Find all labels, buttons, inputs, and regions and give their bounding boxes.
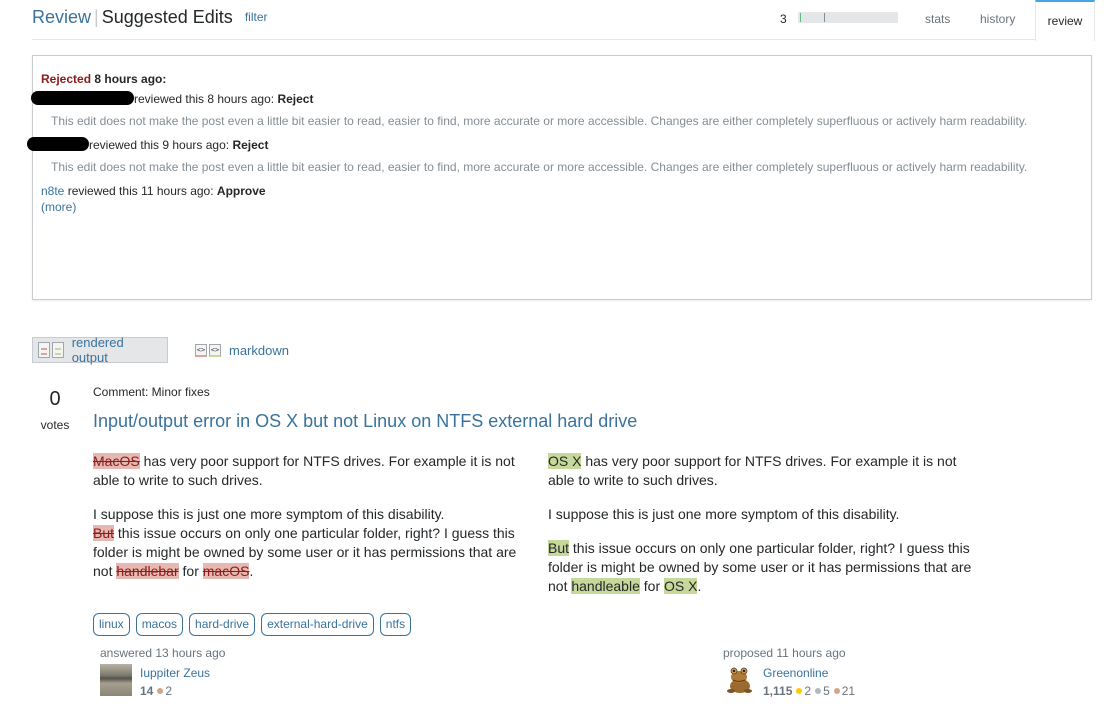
paragraph-text: has very poor support for NTFS drives. F…	[93, 453, 515, 488]
tab-review[interactable]: review	[1035, 0, 1095, 41]
reputation-score: 14	[140, 684, 154, 698]
code-original-icon: <>	[195, 343, 207, 357]
post-tags: linux macos hard-drive external-hard-dri…	[93, 613, 412, 636]
review-decision: Reject	[232, 138, 269, 152]
review-entry-text: reviewed this 11 hours ago:	[67, 184, 214, 198]
review-header: Review | Suggested Edits filter 3 stats his…	[32, 0, 1095, 41]
proposed-time: proposed 11 hours ago	[723, 646, 846, 660]
paragraph-text: for	[178, 563, 203, 579]
user-reputation: 14 2	[140, 684, 172, 698]
review-entry-text: reviewed this 9 hours ago:	[89, 138, 230, 152]
review-entry: n8te reviewed this 11 hours ago: Approve	[41, 183, 1083, 199]
rendered-output-toggle[interactable]: rendered output	[32, 335, 168, 365]
author-card: answered 13 hours ago Iuppiter Zeus 14 2	[100, 646, 350, 706]
paragraph-text: for	[639, 578, 664, 594]
reputation-score: 1,115	[763, 684, 793, 698]
user-reputation: 1,115 2 5 21	[763, 684, 855, 698]
edited-paragraph: OS X has very poor support for NTFS driv…	[548, 452, 983, 490]
paragraph-text: has very poor support for NTFS drives. F…	[548, 453, 957, 488]
deleted-text: But	[93, 525, 115, 541]
user-name-link[interactable]: Greenonline	[763, 666, 828, 680]
tag-external-hard-drive[interactable]: external-hard-drive	[261, 613, 374, 636]
edit-comment: Comment: Minor fixes	[93, 385, 210, 399]
paragraph-text: I suppose this is just one more symptom …	[93, 506, 445, 522]
tag-linux[interactable]: linux	[93, 613, 130, 636]
rendered-output-label: rendered output	[71, 335, 124, 365]
review-count: 3	[780, 12, 787, 26]
review-entry: reviewed this 9 hours ago: Reject	[27, 137, 1083, 153]
post-title-link[interactable]: Input/output error in OS X but not Linux…	[93, 411, 637, 432]
bronze-badge-icon	[157, 688, 164, 694]
reviewer-link[interactable]: n8te	[41, 184, 64, 198]
tag-ntfs[interactable]: ntfs	[379, 613, 412, 636]
review-status: Rejected 8 hours ago:	[41, 72, 1083, 86]
silver-badge-count: 5	[823, 684, 830, 698]
bronze-badge-count: 2	[165, 684, 173, 698]
status-time: 8 hours ago:	[94, 72, 167, 86]
avatar[interactable]	[723, 664, 755, 696]
markdown-toggle[interactable]: <> <> markdown	[190, 337, 294, 363]
edited-paragraph: But this issue occurs on only one partic…	[548, 539, 983, 596]
filter-link[interactable]: filter	[245, 10, 268, 24]
bronze-badge-icon	[833, 688, 840, 694]
paragraph-text: .	[697, 578, 702, 594]
edited-post-body: OS X has very poor support for NTFS driv…	[548, 452, 983, 611]
reject-reason: This edit does not make the post even a …	[51, 114, 1028, 128]
status-label: Rejected	[41, 72, 92, 86]
reject-reason: This edit does not make the post even a …	[51, 160, 1028, 174]
frog-avatar-icon	[727, 667, 752, 693]
gold-badge-count: 2	[804, 684, 812, 698]
original-paragraph: I suppose this is just one more symptom …	[93, 505, 528, 581]
deleted-text: MacOS	[93, 453, 140, 469]
original-paragraph: MacOS has very poor support for NTFS dri…	[93, 452, 528, 490]
tag-macos[interactable]: macos	[135, 613, 184, 636]
code-edited-icon: <>	[209, 343, 221, 357]
user-name-link[interactable]: Iuppiter Zeus	[140, 666, 210, 680]
review-progress-bar	[798, 12, 898, 23]
deleted-text: macOS	[202, 563, 250, 579]
votes-label: votes	[40, 418, 70, 432]
redacted-reviewer-name	[31, 91, 134, 105]
review-decision: Reject	[277, 92, 314, 106]
inserted-text: OS X	[664, 578, 698, 594]
paragraph-text: .	[249, 563, 254, 579]
review-result-box: Rejected 8 hours ago: reviewed this 8 ho…	[27, 55, 1092, 300]
diff-edited-icon	[51, 342, 64, 358]
edited-paragraph: I suppose this is just one more symptom …	[548, 506, 900, 522]
inserted-text: But	[548, 540, 570, 556]
tag-hard-drive[interactable]: hard-drive	[189, 613, 256, 636]
progress-mark-done	[800, 13, 801, 22]
inserted-text: handleable	[571, 578, 640, 594]
answered-time: answered 13 hours ago	[100, 646, 226, 660]
review-link[interactable]: Review	[32, 7, 91, 27]
page-title: Review | Suggested Edits filter	[32, 7, 267, 28]
review-entry-text: reviewed this 8 hours ago:	[134, 92, 275, 106]
queue-title: Suggested Edits	[101, 7, 233, 27]
progress-mark-limit	[824, 13, 825, 22]
title-separator: |	[94, 7, 99, 27]
gold-badge-icon	[796, 688, 803, 694]
inserted-text: OS X	[548, 453, 582, 469]
original-post-body: MacOS has very poor support for NTFS dri…	[93, 452, 528, 596]
tab-stats[interactable]: stats	[925, 12, 950, 26]
redacted-reviewer-name	[27, 137, 89, 151]
markdown-label: markdown	[229, 342, 289, 358]
silver-badge-icon	[815, 688, 822, 694]
review-decision: Approve	[216, 184, 266, 198]
vote-count: 0 votes	[32, 388, 78, 432]
editor-card: proposed 11 hours ago Greenonline 1,115 2…	[723, 646, 973, 706]
diff-original-icon	[38, 342, 50, 358]
bronze-badge-count: 21	[841, 684, 856, 698]
deleted-text: handlebar	[116, 563, 179, 579]
more-reviews-link[interactable]: (more)	[41, 199, 1083, 215]
tab-history[interactable]: history	[980, 12, 1015, 26]
votes-number: 0	[49, 388, 61, 410]
review-entry: reviewed this 8 hours ago: Reject	[31, 91, 1083, 107]
avatar[interactable]	[100, 664, 132, 696]
